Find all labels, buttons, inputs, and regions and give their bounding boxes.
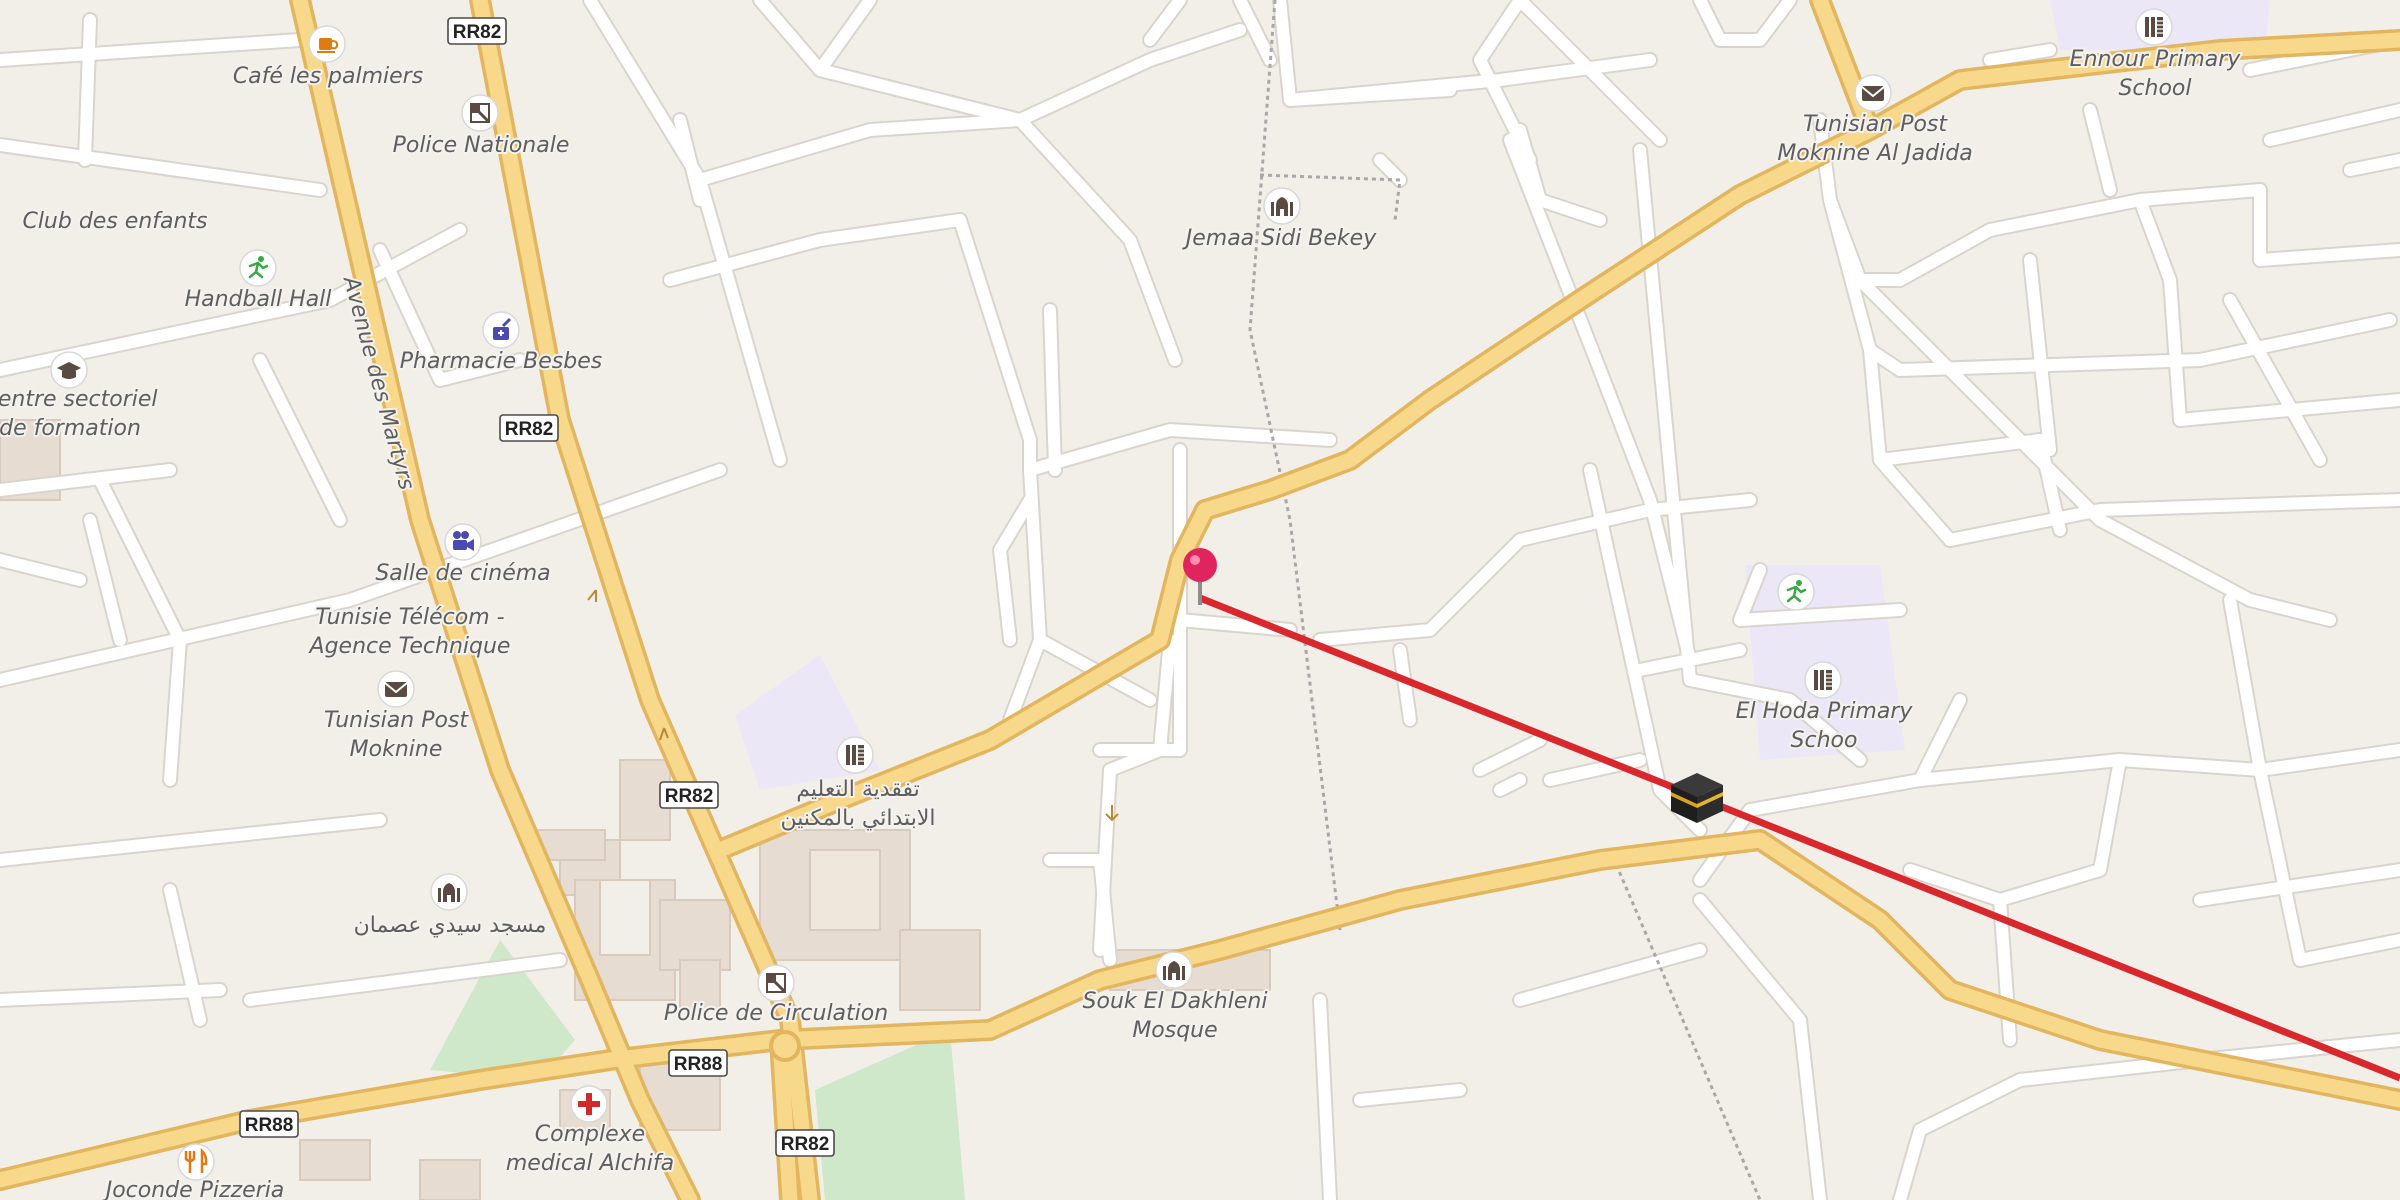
police-icon xyxy=(461,94,499,132)
medical-cross-icon xyxy=(570,1085,608,1123)
park-area-south xyxy=(815,1030,965,1200)
poi-label: de formation xyxy=(0,416,141,441)
police-icon xyxy=(757,964,795,1002)
poi-label: Complexe xyxy=(535,1122,645,1147)
poi-label: Jemaa Sidi Bekey xyxy=(1182,226,1377,251)
poi-label: Tunisian Post xyxy=(1803,112,1948,137)
poi-label: Police de Circulation xyxy=(664,1001,888,1026)
mail-icon xyxy=(1854,74,1892,112)
poi-label: School xyxy=(2118,76,2191,101)
poi-label: تفقدية التعليم xyxy=(796,777,919,802)
poi-label: Handball Hall xyxy=(185,287,332,312)
pharmacy-icon xyxy=(482,311,520,349)
poi-label: Ennour Primary xyxy=(2070,47,2242,72)
poi-label: Pharmacie Besbes xyxy=(400,349,602,374)
sport-icon xyxy=(239,249,277,287)
school-icon xyxy=(1804,661,1842,699)
poi-label: Club des enfants xyxy=(22,209,207,234)
school-icon xyxy=(836,736,874,774)
map-canvas[interactable]: Avenue des Martyrs RR82RR82RR82RR82RR88R… xyxy=(0,0,2400,1200)
poi-label: medical Alchifa xyxy=(506,1151,674,1176)
route-shield-rr82-mid: RR82 xyxy=(499,414,559,442)
poi-mosque-ar[interactable]: مسجد سيدي عصمان xyxy=(352,873,548,940)
poi-police-nat[interactable]: Police Nationale xyxy=(391,94,571,160)
route-shield-label: RR88 xyxy=(674,1054,723,1075)
mail-icon xyxy=(377,670,415,708)
route-shield-label: RR82 xyxy=(505,419,554,440)
poi-label: El Hoda Primary xyxy=(1736,699,1914,724)
roundabout xyxy=(769,1030,801,1062)
poi-label: Agence Technique xyxy=(308,634,511,659)
route-shield-rr88-center: RR88 xyxy=(668,1049,728,1077)
mosque-icon xyxy=(1155,951,1193,989)
poi-label: Joconde Pizzeria xyxy=(102,1178,285,1200)
poi-elhoda-sport[interactable] xyxy=(1777,573,1815,611)
sport-icon xyxy=(1777,573,1815,611)
mosque-icon xyxy=(1263,187,1301,225)
poi-telecom[interactable]: Tunisie Télécom - Agence Technique xyxy=(306,603,513,661)
poi-label: Salle de cinéma xyxy=(375,561,550,586)
poi-label: الابتدائي بالمكنين xyxy=(781,806,936,831)
route-shield-rr82-top: RR82 xyxy=(447,17,507,45)
route-shield-rr88-left: RR88 xyxy=(239,1110,299,1138)
map-pin-icon[interactable] xyxy=(1183,548,1217,605)
route-shield-label: RR82 xyxy=(665,786,714,807)
poi-label: مسجد سيدي عصمان xyxy=(354,913,547,938)
poi-club[interactable]: Club des enfants xyxy=(20,207,209,236)
poi-jemaa[interactable]: Jemaa Sidi Bekey xyxy=(1180,187,1379,253)
route-shield-label: RR82 xyxy=(453,22,502,43)
poi-label: Moknine Al Jadida xyxy=(1777,141,1972,166)
coffee-icon xyxy=(308,25,346,63)
poi-label: Police Nationale xyxy=(393,133,570,158)
route-shield-label: RR82 xyxy=(781,1134,830,1155)
poi-label: Moknine xyxy=(350,737,443,762)
poi-handball[interactable]: Handball Hall xyxy=(183,249,333,314)
mosque-icon xyxy=(430,873,468,911)
poi-label: Café les palmiers xyxy=(233,64,423,89)
route-shield-label: RR88 xyxy=(245,1115,294,1136)
route-shield-rr82-bottom: RR82 xyxy=(775,1129,835,1157)
school-icon xyxy=(2135,8,2173,46)
restaurant-icon xyxy=(177,1143,215,1181)
cinema-icon xyxy=(444,523,482,561)
graduation-cap-icon xyxy=(50,351,88,389)
poi-label: Tunisian Post xyxy=(324,708,469,733)
poi-label: Souk El Dakhleni xyxy=(1083,989,1268,1014)
poi-label: Centre sectoriel xyxy=(0,387,158,412)
route-shield-rr82-low: RR82 xyxy=(659,781,719,809)
poi-label: Tunisie Télécom - xyxy=(315,605,504,630)
poi-post-moknine[interactable]: Tunisian Post Moknine xyxy=(322,670,471,764)
poi-label: Schoo xyxy=(1791,728,1858,753)
poi-label: Mosque xyxy=(1132,1018,1217,1043)
